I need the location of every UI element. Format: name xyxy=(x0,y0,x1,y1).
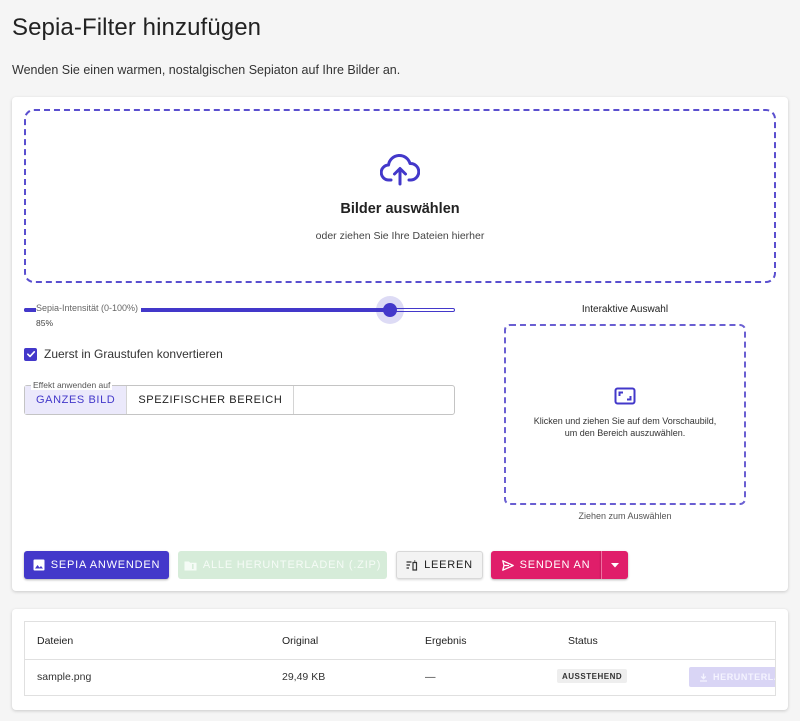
selection-instruction-line-1: Klicken und ziehen Sie auf dem Vorschaub… xyxy=(533,416,717,426)
files-table-card: Dateien Original Ergebnis Status sample.… xyxy=(12,609,788,710)
cell-result: — xyxy=(425,671,436,683)
folder-zip-icon xyxy=(184,561,197,570)
cell-original-size: 29,49 KB xyxy=(282,671,326,683)
apply-to-whole-image-button[interactable]: GANZES BILD xyxy=(25,386,128,414)
apply-sepia-button[interactable]: SEPIA ANWENDEN xyxy=(24,551,169,579)
interactive-selection-title: Interaktive Auswahl xyxy=(581,304,669,315)
files-table: Dateien Original Ergebnis Status sample.… xyxy=(24,621,776,696)
clear-button[interactable]: LEEREN xyxy=(396,551,483,579)
sepia-intensity-value: 85% xyxy=(36,318,54,328)
column-header-status: Status xyxy=(568,635,598,647)
download-icon xyxy=(700,673,707,682)
grayscale-option[interactable]: Zuerst in Graustufen konvertieren xyxy=(24,347,223,361)
dropzone-subtitle: oder ziehen Sie Ihre Dateien hierher xyxy=(315,230,485,242)
selection-instruction: Klicken und ziehen Sie auf dem Vorschaub… xyxy=(534,415,717,439)
dropzone-title: Bilder auswählen xyxy=(340,201,460,217)
selection-hint: Ziehen zum Auswählen xyxy=(578,511,672,521)
page-title: Sepia-Filter hinzufügen xyxy=(12,14,262,41)
selection-instruction-line-2: um den Bereich auszuwählen. xyxy=(564,428,686,438)
sepia-settings-card: Bilder auswählen oder ziehen Sie Ihre Da… xyxy=(12,97,788,591)
column-header-result: Ergebnis xyxy=(425,635,467,647)
row-download-label: HERUNTERLADEN xyxy=(713,672,775,682)
file-dropzone[interactable]: Bilder auswählen oder ziehen Sie Ihre Da… xyxy=(24,109,776,283)
check-icon xyxy=(26,351,35,358)
cloud-upload-icon xyxy=(380,153,420,186)
table-header-divider xyxy=(25,659,775,660)
image-icon xyxy=(33,559,45,571)
selection-preview-area[interactable]: Klicken und ziehen Sie auf dem Vorschaub… xyxy=(504,324,746,505)
cell-file-name: sample.png xyxy=(37,671,92,683)
clear-label: LEEREN xyxy=(424,559,473,571)
crop-free-icon xyxy=(614,387,636,405)
arrow-drop-down-icon xyxy=(611,562,619,567)
apply-sepia-label: SEPIA ANWENDEN xyxy=(50,559,161,571)
status-badge: AUSSTEHEND xyxy=(557,669,628,683)
send-to-button[interactable]: SENDEN AN xyxy=(491,551,601,579)
download-all-zip-label: ALLE HERUNTERLADEN (.ZIP) xyxy=(202,559,382,571)
apply-to-legend: Effekt anwenden auf xyxy=(31,380,113,390)
column-header-original: Original xyxy=(282,635,319,647)
apply-to-toggle-group: Effekt anwenden auf GANZES BILD SPEZIFIS… xyxy=(24,380,455,415)
grayscale-checkbox[interactable] xyxy=(24,347,37,361)
apply-to-specific-area-button[interactable]: SPEZIFISCHER BEREICH xyxy=(127,386,295,414)
send-to-label: SENDEN AN xyxy=(519,559,591,571)
send-icon xyxy=(501,559,514,571)
page-subtitle: Wenden Sie einen warmen, nostalgischen S… xyxy=(12,63,401,77)
clear-all-icon xyxy=(406,559,418,571)
sepia-intensity-label: Sepia-Intensität (0-100%) xyxy=(36,303,142,313)
row-download-button[interactable]: HERUNTERLADEN xyxy=(689,667,775,687)
column-header-files: Dateien xyxy=(37,635,74,647)
download-all-zip-button[interactable]: ALLE HERUNTERLADEN (.ZIP) xyxy=(178,551,387,579)
grayscale-label: Zuerst in Graustufen konvertieren xyxy=(44,347,223,361)
send-to-dropdown-button[interactable] xyxy=(601,551,628,579)
